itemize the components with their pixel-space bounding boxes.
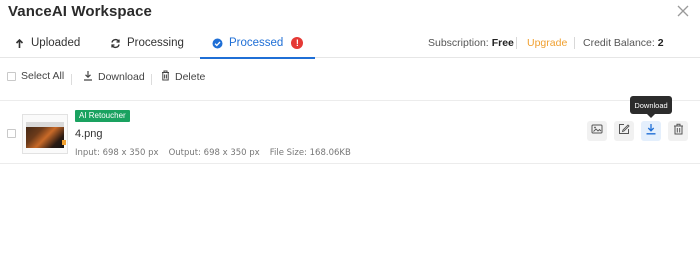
file-row: AI Retoucher 4.png Input: 698 x 350 px O… [0,100,700,164]
edit-button[interactable] [614,121,634,141]
download-icon [645,122,657,140]
input-size: Input: 698 x 350 px [75,148,159,158]
refresh-icon [110,38,121,49]
tab-uploaded[interactable]: Uploaded [14,28,80,58]
tabs-bar: Uploaded Processing Processed ! Subscrip… [0,28,700,59]
upload-arrow-icon [14,38,25,49]
delete-all-button[interactable]: Delete [161,70,205,84]
row-checkbox[interactable] [7,129,16,138]
output-size: Output: 698 x 350 px [168,148,260,158]
alert-badge: ! [291,37,304,49]
subscription-info: Subscription: Free [428,28,514,58]
file-size: File Size: 168.06KB [269,148,351,158]
divider [71,74,72,85]
upgrade-link[interactable]: Upgrade [527,37,567,49]
upgrade-link-wrap: Upgrade [527,28,567,58]
select-all-label: Select All [21,70,65,82]
divider [574,37,575,49]
select-all-checkbox[interactable]: Select All [7,70,64,82]
title-bar: VanceAI Workspace [0,0,700,26]
download-all-button[interactable]: Download [83,70,145,84]
check-circle-icon [212,38,223,49]
thumbnail-image [26,122,64,148]
active-tab-indicator [200,57,316,59]
file-thumbnail[interactable] [22,114,68,154]
file-name: 4.png [75,128,103,140]
download-icon [83,70,93,84]
app-title: VanceAI Workspace [8,3,152,20]
edit-icon [618,122,630,140]
download-tooltip: Download [630,96,672,118]
close-icon[interactable] [676,4,690,18]
compare-button[interactable] [587,121,607,141]
tool-badge: AI Retoucher [75,110,130,122]
delete-label: Delete [175,71,206,83]
checkbox[interactable] [7,71,16,81]
delete-button[interactable] [668,121,688,141]
file-meta: Input: 698 x 350 px Output: 698 x 350 px… [75,148,351,158]
credit-balance: Credit Balance: 2 [583,28,664,58]
credit-label: Credit Balance: [583,37,655,49]
thumbnail-marker [62,140,66,145]
subscription-label: Subscription: [428,37,489,49]
tab-processing[interactable]: Processing [110,28,184,58]
image-compare-icon [591,122,603,140]
tab-processed[interactable]: Processed ! [200,28,316,59]
tab-label: Processed [229,37,284,49]
tab-label: Processing [127,37,184,49]
subscription-value: Free [491,37,514,49]
divider [151,74,152,85]
trash-icon [161,70,170,84]
tab-label: Uploaded [31,37,81,49]
download-label: Download [98,71,145,83]
trash-icon [673,122,684,140]
bulk-toolbar: Select All Download Delete [0,66,700,90]
download-button[interactable] [641,121,661,141]
divider [516,37,517,49]
credit-value: 2 [657,37,664,49]
